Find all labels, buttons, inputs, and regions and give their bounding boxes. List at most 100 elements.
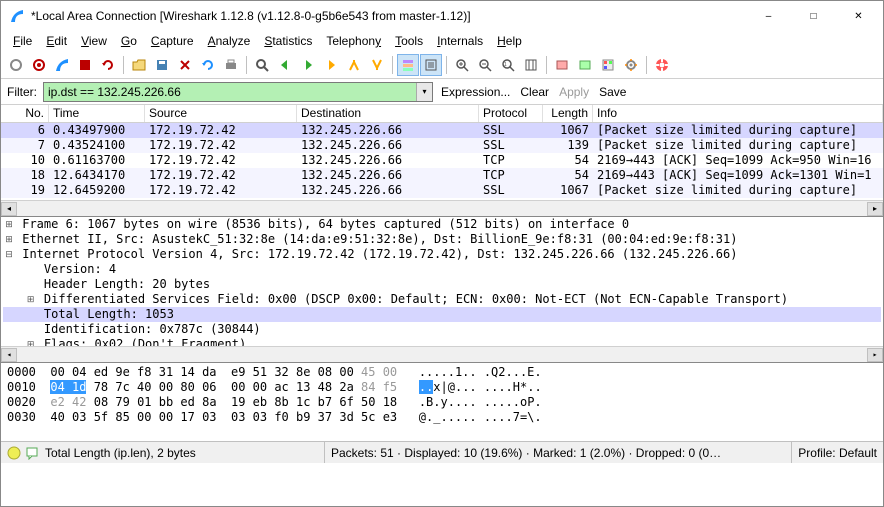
packet-bytes-pane[interactable]: 0000 00 04 ed 9e f8 31 14 da e9 51 32 8e… xyxy=(1,363,883,441)
expert-info-icon[interactable] xyxy=(7,446,21,460)
tree-row[interactable]: ⊞ Differentiated Services Field: 0x00 (D… xyxy=(3,292,881,307)
filter-dropdown-icon[interactable]: ▾ xyxy=(416,83,432,101)
restart-capture-icon[interactable] xyxy=(97,54,119,76)
svg-text:1: 1 xyxy=(504,62,507,68)
menu-tools[interactable]: Tools xyxy=(389,33,429,49)
col-info[interactable]: Info xyxy=(593,105,883,122)
find-icon[interactable] xyxy=(251,54,273,76)
packet-list-body[interactable]: 60.43497900172.19.72.42132.245.226.66SSL… xyxy=(1,123,883,200)
tree-row[interactable]: Identification: 0x787c (30844) xyxy=(3,322,881,337)
scroll-right-icon[interactable]: ▸ xyxy=(867,202,883,216)
filter-save-button[interactable]: Save xyxy=(597,85,628,99)
app-icon xyxy=(9,8,25,24)
interfaces-icon[interactable] xyxy=(5,54,27,76)
tree-toggle-icon[interactable]: ⊞ xyxy=(25,337,37,346)
menu-file[interactable]: File xyxy=(7,33,38,49)
go-back-icon[interactable] xyxy=(274,54,296,76)
close-file-icon[interactable] xyxy=(174,54,196,76)
tree-row[interactable]: Total Length: 1053 xyxy=(3,307,881,322)
tree-row[interactable]: Header Length: 20 bytes xyxy=(3,277,881,292)
packet-row[interactable]: 70.43524100172.19.72.42132.245.226.66SSL… xyxy=(1,138,883,153)
edit-comment-icon[interactable] xyxy=(25,446,39,460)
menu-bar: File Edit View Go Capture Analyze Statis… xyxy=(1,31,883,51)
resize-columns-icon[interactable] xyxy=(520,54,542,76)
scroll-left-icon[interactable]: ◂ xyxy=(1,348,17,362)
filter-clear-button[interactable]: Clear xyxy=(518,85,551,99)
capture-filters-icon[interactable] xyxy=(551,54,573,76)
print-icon[interactable] xyxy=(220,54,242,76)
col-length[interactable]: Length xyxy=(543,105,593,122)
tree-row[interactable]: ⊟ Internet Protocol Version 4, Src: 172.… xyxy=(3,247,881,262)
minimize-button[interactable]: – xyxy=(746,2,791,30)
col-source[interactable]: Source xyxy=(145,105,297,122)
tree-toggle-icon[interactable]: ⊞ xyxy=(3,217,15,232)
packet-list-scrollbar[interactable]: ◂ ▸ xyxy=(1,200,883,216)
go-to-packet-icon[interactable] xyxy=(320,54,342,76)
hex-row[interactable]: 0030 40 03 5f 85 00 00 17 03 03 03 f0 b9… xyxy=(7,410,877,425)
open-file-icon[interactable] xyxy=(128,54,150,76)
packet-list-header[interactable]: No. Time Source Destination Protocol Len… xyxy=(1,105,883,123)
preferences-icon[interactable] xyxy=(620,54,642,76)
filter-input-wrap: ▾ xyxy=(43,82,433,102)
stop-capture-icon[interactable] xyxy=(74,54,96,76)
zoom-100-icon[interactable]: 1 xyxy=(497,54,519,76)
display-filters-icon[interactable] xyxy=(574,54,596,76)
zoom-in-icon[interactable] xyxy=(451,54,473,76)
window-title: *Local Area Connection [Wireshark 1.12.8… xyxy=(31,9,746,23)
filter-expression-button[interactable]: Expression... xyxy=(439,85,512,99)
coloring-rules-icon[interactable] xyxy=(597,54,619,76)
main-toolbar: 1 xyxy=(1,51,883,79)
tree-toggle-icon[interactable]: ⊞ xyxy=(3,232,15,247)
hex-row[interactable]: 0000 00 04 ed 9e f8 31 14 da e9 51 32 8e… xyxy=(7,365,877,380)
tree-row[interactable]: ⊞ Flags: 0x02 (Don't Fragment) xyxy=(3,337,881,346)
col-no[interactable]: No. xyxy=(1,105,49,122)
menu-telephony[interactable]: Telephony xyxy=(320,33,387,49)
menu-help[interactable]: Help xyxy=(491,33,528,49)
options-icon[interactable] xyxy=(28,54,50,76)
tree-toggle-icon[interactable]: ⊟ xyxy=(3,247,15,262)
status-profile[interactable]: Profile: Default xyxy=(792,442,883,463)
auto-scroll-icon[interactable] xyxy=(420,54,442,76)
details-scrollbar[interactable]: ◂ ▸ xyxy=(1,346,883,362)
reload-icon[interactable] xyxy=(197,54,219,76)
go-forward-icon[interactable] xyxy=(297,54,319,76)
menu-go[interactable]: Go xyxy=(115,33,143,49)
save-file-icon[interactable] xyxy=(151,54,173,76)
hex-row[interactable]: 0020 e2 42 08 79 01 bb ed 8a 19 eb 8b 1c… xyxy=(7,395,877,410)
hex-row[interactable]: 0010 04 1d 78 7c 40 00 80 06 00 00 ac 13… xyxy=(7,380,877,395)
menu-internals[interactable]: Internals xyxy=(431,33,489,49)
packet-row[interactable]: 1912.6459200172.19.72.42132.245.226.66SS… xyxy=(1,183,883,198)
close-button[interactable]: ✕ xyxy=(836,2,881,30)
menu-capture[interactable]: Capture xyxy=(145,33,200,49)
maximize-button[interactable]: □ xyxy=(791,2,836,30)
filter-input[interactable] xyxy=(44,85,416,99)
col-protocol[interactable]: Protocol xyxy=(479,105,543,122)
go-last-icon[interactable] xyxy=(366,54,388,76)
tree-row[interactable]: ⊞ Frame 6: 1067 bytes on wire (8536 bits… xyxy=(3,217,881,232)
menu-view[interactable]: View xyxy=(75,33,113,49)
go-first-icon[interactable] xyxy=(343,54,365,76)
packet-details-tree[interactable]: ⊞ Frame 6: 1067 bytes on wire (8536 bits… xyxy=(1,217,883,346)
tree-toggle-icon[interactable]: ⊞ xyxy=(25,292,37,307)
menu-analyze[interactable]: Analyze xyxy=(202,33,257,49)
colorize-icon[interactable] xyxy=(397,54,419,76)
packet-row[interactable]: 100.61163700172.19.72.42132.245.226.66TC… xyxy=(1,153,883,168)
tree-row[interactable]: Version: 4 xyxy=(3,262,881,277)
filter-apply-button[interactable]: Apply xyxy=(557,85,591,99)
menu-statistics[interactable]: Statistics xyxy=(258,33,318,49)
packet-list-pane: No. Time Source Destination Protocol Len… xyxy=(1,105,883,217)
status-bar: Total Length (ip.len), 2 bytes Packets: … xyxy=(1,441,883,463)
zoom-out-icon[interactable] xyxy=(474,54,496,76)
col-destination[interactable]: Destination xyxy=(297,105,479,122)
menu-edit[interactable]: Edit xyxy=(40,33,73,49)
packet-row[interactable]: 60.43497900172.19.72.42132.245.226.66SSL… xyxy=(1,123,883,138)
scroll-left-icon[interactable]: ◂ xyxy=(1,202,17,216)
packet-row[interactable]: 1812.6434170172.19.72.42132.245.226.66TC… xyxy=(1,168,883,183)
window-controls: – □ ✕ xyxy=(746,2,881,30)
col-time[interactable]: Time xyxy=(49,105,145,122)
scroll-right-icon[interactable]: ▸ xyxy=(867,348,883,362)
start-capture-icon[interactable] xyxy=(51,54,73,76)
status-counts: Packets: 51 · Displayed: 10 (19.6%) · Ma… xyxy=(325,442,792,463)
help-icon[interactable] xyxy=(651,54,673,76)
tree-row[interactable]: ⊞ Ethernet II, Src: AsustekC_51:32:8e (1… xyxy=(3,232,881,247)
